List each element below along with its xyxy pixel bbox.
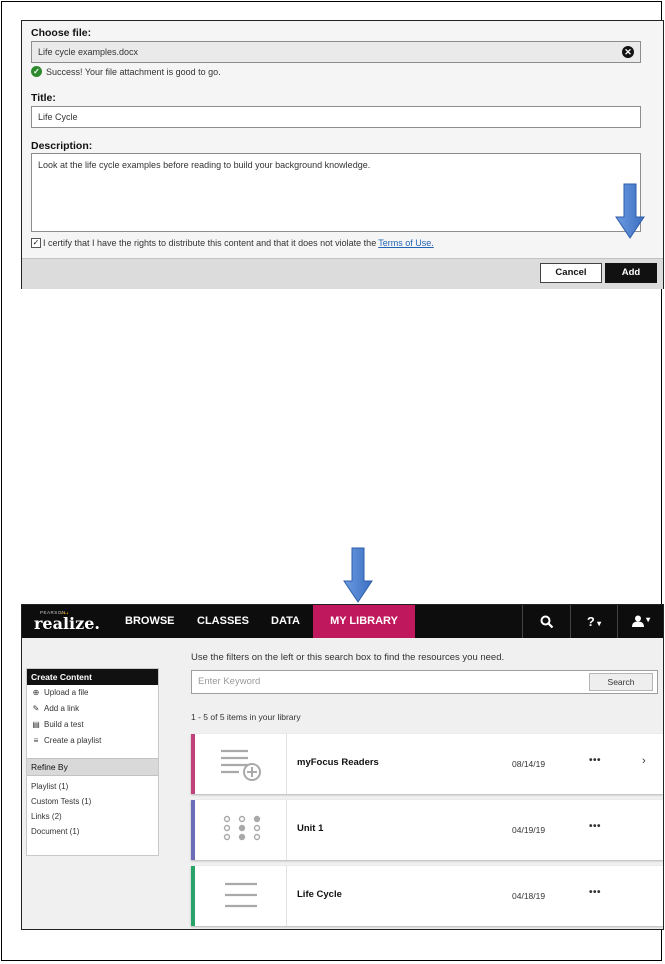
success-check-icon: ✓ bbox=[31, 66, 42, 77]
add-button[interactable]: Add bbox=[605, 263, 657, 283]
top-navbar: PEARSON ••• realize. BROWSE CLASSES DATA… bbox=[22, 605, 663, 638]
create-playlist-link[interactable]: ≡ Create a playlist bbox=[27, 733, 158, 749]
more-options-icon[interactable]: ••• bbox=[589, 887, 601, 898]
item-title[interactable]: Unit 1 bbox=[297, 823, 323, 834]
playlist-icon: ≡ bbox=[33, 736, 39, 745]
user-menu-icon[interactable]: ▾ bbox=[617, 605, 663, 638]
create-content-heading: Create Content bbox=[27, 669, 158, 685]
more-options-icon[interactable]: ••• bbox=[589, 821, 601, 832]
left-filter-panel: Create Content ⊕ Upload a file ✎ Add a l… bbox=[26, 668, 159, 856]
refine-links[interactable]: Links (2) bbox=[27, 809, 158, 824]
cancel-button[interactable]: Cancel bbox=[540, 263, 602, 283]
search-hint: Use the filters on the left or this sear… bbox=[191, 652, 505, 663]
search-bar: Enter Keyword Search bbox=[191, 670, 658, 694]
clear-file-icon[interactable]: ✕ bbox=[622, 46, 634, 58]
success-message: ✓ Success! Your file attachment is good … bbox=[31, 66, 221, 77]
down-arrow-icon bbox=[343, 547, 373, 603]
upload-file-link[interactable]: ⊕ Upload a file bbox=[27, 685, 158, 701]
more-options-icon[interactable]: ••• bbox=[589, 755, 601, 766]
chevron-right-icon[interactable]: › bbox=[642, 755, 646, 767]
nav-my-library[interactable]: MY LIBRARY bbox=[313, 605, 415, 638]
help-menu-icon[interactable]: ? ▾ bbox=[570, 605, 617, 638]
add-link-link[interactable]: ✎ Add a link bbox=[27, 701, 158, 717]
item-title[interactable]: Life Cycle bbox=[297, 889, 342, 900]
dialog-footer: Cancel Add bbox=[22, 258, 663, 289]
item-title[interactable]: myFocus Readers bbox=[297, 757, 379, 768]
description-label: Description: bbox=[31, 140, 93, 152]
link-icon: ✎ bbox=[32, 704, 40, 713]
certify-text: I certify that I have the rights to dist… bbox=[43, 238, 377, 248]
refine-playlist[interactable]: Playlist (1) bbox=[27, 779, 158, 794]
certify-row: ✓ I certify that I have the rights to di… bbox=[31, 238, 434, 248]
title-label: Title: bbox=[31, 92, 56, 104]
item-date: 08/14/19 bbox=[512, 759, 546, 769]
document-icon bbox=[195, 866, 287, 926]
list-item[interactable]: myFocus Readers 08/14/19 ••• › bbox=[191, 734, 663, 794]
down-arrow-icon bbox=[615, 183, 645, 239]
item-date: 04/19/19 bbox=[512, 825, 546, 835]
search-input[interactable]: Enter Keyword bbox=[198, 676, 260, 687]
description-textarea[interactable]: Look at the life cycle examples before r… bbox=[31, 153, 641, 232]
search-icon[interactable] bbox=[522, 605, 570, 638]
item-date: 04/18/19 bbox=[512, 891, 546, 901]
title-input[interactable]: Life Cycle bbox=[31, 106, 641, 128]
choose-file-label: Choose file: bbox=[31, 27, 92, 39]
test-icon bbox=[195, 800, 287, 860]
playlist-icon bbox=[195, 734, 287, 794]
certify-checkbox[interactable]: ✓ bbox=[31, 238, 41, 248]
list-item[interactable]: Unit 1 04/19/19 ••• bbox=[191, 800, 663, 860]
list-item[interactable]: Life Cycle 04/18/19 ••• bbox=[191, 866, 663, 926]
file-field[interactable]: Life cycle examples.docx ✕ bbox=[31, 41, 641, 63]
search-button[interactable]: Search bbox=[589, 673, 653, 691]
refine-custom-tests[interactable]: Custom Tests (1) bbox=[27, 794, 158, 809]
item-count: 1 - 5 of 5 items in your library bbox=[191, 712, 301, 722]
test-icon: ▤ bbox=[32, 720, 40, 729]
refine-by-heading: Refine By bbox=[27, 758, 158, 776]
nav-data[interactable]: DATA bbox=[271, 605, 300, 638]
realize-library-screen: PEARSON ••• realize. BROWSE CLASSES DATA… bbox=[21, 604, 664, 930]
upload-dialog: Choose file: Life cycle examples.docx ✕ … bbox=[21, 20, 664, 289]
upload-icon: ⊕ bbox=[32, 688, 40, 697]
build-test-link[interactable]: ▤ Build a test bbox=[27, 717, 158, 733]
nav-classes[interactable]: CLASSES bbox=[197, 605, 249, 638]
terms-of-use-link[interactable]: Terms of Use. bbox=[378, 238, 434, 248]
file-name: Life cycle examples.docx bbox=[38, 47, 139, 57]
nav-browse[interactable]: BROWSE bbox=[125, 605, 175, 638]
refine-document[interactable]: Document (1) bbox=[27, 824, 158, 839]
